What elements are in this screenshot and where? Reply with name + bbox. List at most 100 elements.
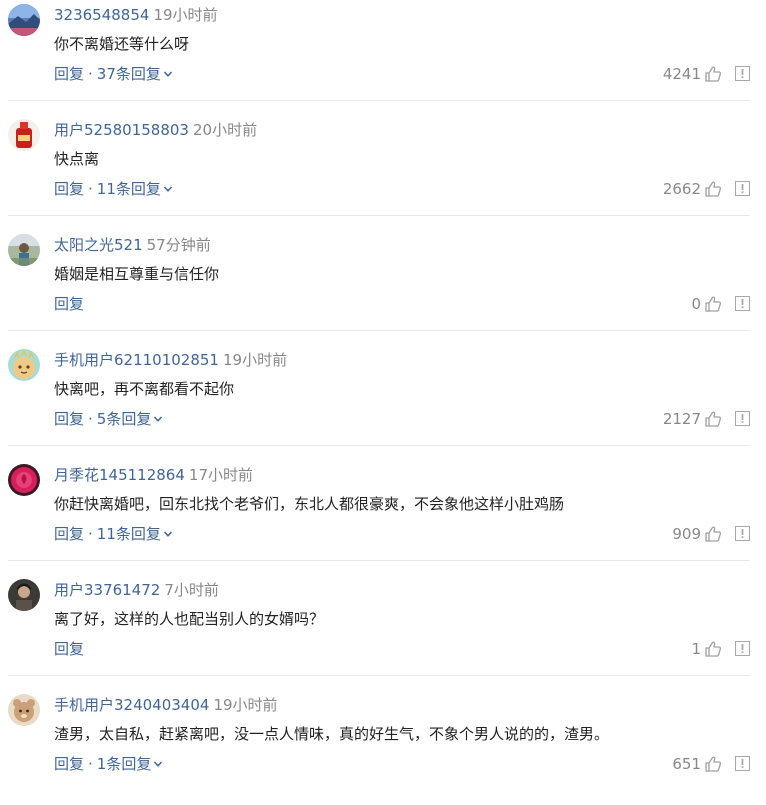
comment-text: 渣男，太自私，赶紧离吧，没一点人情味，真的好生气，不象个男人说的的，渣男。: [54, 725, 610, 743]
username-link[interactable]: 手机用户3240403404: [54, 696, 209, 714]
comment-time: 17小时前: [188, 466, 253, 484]
comment-meta: 手机用户62110102851 19小时前: [54, 350, 287, 370]
comment-divider: [8, 215, 750, 216]
thumbs-up-icon: [705, 411, 722, 427]
comment-item: 用户52580158803 20小时前 快点离 回复 · 11条回复 2662: [0, 115, 766, 230]
comment-meta: 手机用户3240403404 19小时前: [54, 695, 278, 715]
reply-button[interactable]: 回复: [54, 525, 84, 543]
separator-dot: ·: [88, 755, 93, 773]
reply-button[interactable]: 回复: [54, 295, 84, 313]
rose-avatar[interactable]: [8, 464, 40, 496]
username-link[interactable]: 太阳之光521: [54, 236, 143, 254]
comment-actions: 回复 · 11条回复: [54, 178, 173, 200]
comment-actions: 回复 · 1条回复: [54, 753, 163, 775]
reply-button[interactable]: 回复: [54, 180, 84, 198]
default-tan-avatar[interactable]: [8, 694, 40, 726]
report-icon[interactable]: [735, 641, 750, 656]
replies-count-label: 1条回复: [96, 755, 152, 773]
separator-dot: ·: [88, 180, 93, 198]
comment-time: 57分钟前: [146, 236, 211, 254]
comment-actions: 回复 · 11条回复: [54, 523, 173, 545]
like-count: 0: [691, 295, 701, 313]
comment-item: 用户33761472 7小时前 离了好，这样的人也配当别人的女婿吗？ 回复 1: [0, 575, 766, 690]
comment-text: 快离吧，再不离都看不起你: [54, 380, 235, 398]
username-link[interactable]: 手机用户62110102851: [54, 351, 219, 369]
comment-actions: 回复: [54, 293, 84, 315]
comment-actions: 回复 · 5条回复: [54, 408, 163, 430]
portrait-photo-avatar[interactable]: [8, 579, 40, 611]
view-replies-button[interactable]: 5条回复: [97, 410, 164, 428]
comment-meta: 用户52580158803 20小时前: [54, 120, 257, 140]
thumbs-up-icon: [705, 756, 722, 772]
comment-text: 离了好，这样的人也配当别人的女婿吗？: [54, 610, 325, 628]
thumbs-up-icon: [705, 181, 722, 197]
report-icon[interactable]: [735, 66, 750, 81]
comment-divider: [8, 445, 750, 446]
red-bottle-avatar[interactable]: [8, 119, 40, 151]
landscape-avatar[interactable]: [8, 4, 40, 36]
view-replies-button[interactable]: 37条回复: [97, 65, 173, 83]
replies-count-label: 11条回复: [96, 525, 161, 543]
chevron-down-icon: [154, 761, 163, 767]
like-button[interactable]: 0: [691, 293, 722, 315]
comment-item: 月季花145112864 17小时前 你赶快离婚吧，回东北找个老爷们，东北人都很豪…: [0, 460, 766, 575]
comment-divider: [8, 675, 750, 676]
comment-time: 19小时前: [222, 351, 288, 369]
reply-button[interactable]: 回复: [54, 65, 84, 83]
outdoor-photo-avatar[interactable]: [8, 234, 40, 266]
comment-time: 7小时前: [164, 581, 219, 599]
view-replies-button[interactable]: 11条回复: [97, 525, 173, 543]
comment-item: 太阳之光521 57分钟前 婚姻是相互尊重与信任你 回复 0: [0, 230, 766, 345]
username-link[interactable]: 用户33761472: [54, 581, 160, 599]
separator-dot: ·: [88, 65, 93, 83]
replies-count-label: 37条回复: [96, 65, 161, 83]
reply-button[interactable]: 回复: [54, 755, 84, 773]
like-count: 651: [672, 755, 701, 773]
username-link[interactable]: 3236548854: [54, 6, 149, 24]
report-icon[interactable]: [735, 181, 750, 196]
like-button[interactable]: 2662: [663, 178, 722, 200]
like-count: 2127: [662, 410, 701, 428]
thumbs-up-icon: [705, 526, 722, 542]
view-replies-button[interactable]: 11条回复: [97, 180, 173, 198]
like-count: 4241: [662, 65, 701, 83]
comment-actions: 回复: [54, 638, 84, 660]
thumbs-up-icon: [705, 641, 722, 657]
report-icon[interactable]: [735, 296, 750, 311]
comment-text: 你不离婚还等什么呀: [54, 35, 190, 53]
separator-dot: ·: [88, 525, 93, 543]
comment-divider: [8, 100, 750, 101]
report-icon[interactable]: [735, 756, 750, 771]
default-teal-avatar[interactable]: [8, 349, 40, 381]
like-count: 1: [691, 640, 701, 658]
like-button[interactable]: 1: [691, 638, 722, 660]
username-link[interactable]: 月季花145112864: [54, 466, 185, 484]
like-button[interactable]: 909: [672, 523, 722, 545]
comment-meta: 用户33761472 7小时前: [54, 580, 219, 600]
like-button[interactable]: 4241: [663, 63, 722, 85]
like-button[interactable]: 651: [672, 753, 722, 775]
comment-item: 手机用户62110102851 19小时前 快离吧，再不离都看不起你 回复 · 5条回…: [0, 345, 766, 460]
view-replies-button[interactable]: 1条回复: [97, 755, 164, 773]
comment-divider: [8, 560, 750, 561]
like-button[interactable]: 2127: [663, 408, 722, 430]
report-icon[interactable]: [735, 526, 750, 541]
reply-button[interactable]: 回复: [54, 640, 84, 658]
report-icon[interactable]: [735, 411, 750, 426]
replies-count-label: 11条回复: [96, 180, 161, 198]
thumbs-up-icon: [705, 66, 722, 82]
chevron-down-icon: [163, 186, 172, 192]
username-link[interactable]: 用户52580158803: [54, 121, 189, 139]
comment-meta: 月季花145112864 17小时前: [54, 465, 253, 485]
comment-time: 20小时前: [192, 121, 258, 139]
comment-text: 快点离: [54, 150, 100, 168]
like-count: 2662: [662, 180, 701, 198]
reply-button[interactable]: 回复: [54, 410, 84, 428]
like-count: 909: [672, 525, 701, 543]
comment-time: 19小时前: [213, 696, 278, 714]
separator-dot: ·: [88, 410, 93, 428]
comment-meta: 太阳之光521 57分钟前: [54, 235, 211, 255]
comment-item: 3236548854 19小时前 你不离婚还等什么呀 回复 · 37条回复 4241: [0, 0, 766, 115]
thumbs-up-icon: [705, 296, 722, 312]
comment-item: 手机用户3240403404 19小时前 渣男，太自私，赶紧离吧，没一点人情味，真…: [0, 690, 766, 805]
